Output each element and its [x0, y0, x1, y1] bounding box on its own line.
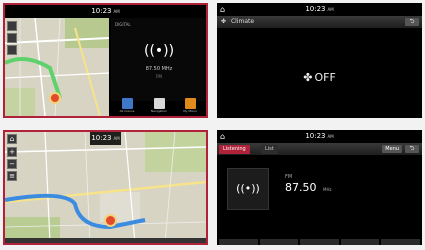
map-view-button[interactable] — [7, 45, 17, 55]
navigation-map-screen: 10:23 AM ⌂ + − ≡ — [3, 130, 208, 245]
map-view[interactable] — [5, 132, 206, 243]
home-screen-split: 10:23 AM DIGITAL ((•)) 87.50 MHz FM All m… — [3, 3, 208, 118]
tab-bar: Listening List Menu ⮌ — [217, 143, 422, 155]
current-location-marker — [104, 214, 117, 227]
status-bar: 10:23 AM — [90, 132, 121, 145]
fan-icon: ✤ — [303, 71, 313, 84]
map-menu-button[interactable]: ≡ — [7, 171, 17, 181]
map-bottom-bar — [5, 238, 206, 243]
frequency-unit: MHz — [323, 187, 332, 192]
shortcut-label: Navigation — [150, 109, 168, 113]
shortcut-navigation[interactable]: Navigation — [145, 98, 173, 114]
map-zoom-out-button[interactable]: − — [7, 159, 17, 169]
clock-ampm: AM — [327, 134, 334, 139]
home-button[interactable]: ⌂ — [7, 134, 17, 144]
radio-screen: ⌂ 10:23 AM Listening List Menu ⮌ ((•)) FM… — [217, 130, 422, 245]
status-bar: ⌂ 10:23 AM — [217, 130, 422, 143]
radio-band-label: DIGITAL — [115, 22, 131, 27]
frequency-value: 87.50 — [285, 181, 317, 194]
home-icon[interactable]: ⌂ — [220, 132, 231, 142]
shortcut-my-menu[interactable]: My Menu — [176, 98, 204, 114]
clock: 10:23 — [305, 132, 326, 140]
grid-icon — [121, 98, 133, 109]
radio-antenna-icon: ((•)) — [144, 43, 175, 59]
my-menu-icon — [184, 98, 196, 109]
tab-listening[interactable]: Listening — [219, 145, 250, 154]
map-view[interactable] — [5, 18, 109, 116]
radio-widget[interactable]: DIGITAL ((•)) 87.50 MHz FM — [111, 18, 206, 101]
clock: 10:23 — [91, 134, 112, 142]
back-button[interactable]: ⮌ — [405, 18, 419, 26]
status-bar: 10:23 AM — [5, 5, 206, 18]
fan-small-icon: ✤ — [221, 18, 227, 25]
clock: 10:23 — [305, 5, 326, 13]
clock: 10:23 — [91, 7, 112, 15]
back-button[interactable]: ⮌ — [405, 145, 419, 153]
shortcut-all-menus[interactable]: All menus — [113, 98, 141, 114]
clock-ampm: AM — [113, 136, 120, 141]
clock-ampm: AM — [327, 7, 334, 12]
radio-band: FM — [285, 174, 293, 180]
climate-screen: ⌂ 10:23 AM ✤ Climate ⮌ ✤ OFF — [217, 3, 422, 118]
shortcut-label: All menus — [119, 109, 135, 113]
map-zoom-in-button[interactable]: + — [7, 147, 17, 157]
radio-icon-box: ((•)) — [227, 168, 269, 210]
radio-band: FM — [156, 74, 162, 79]
status-bar: ⌂ 10:23 AM — [217, 3, 422, 16]
menu-button[interactable]: Menu — [382, 145, 402, 153]
preset-bar[interactable] — [217, 239, 422, 245]
map-zoom-out-button[interactable] — [7, 33, 17, 43]
clock-ampm: AM — [113, 9, 120, 14]
tab-list[interactable]: List — [261, 145, 278, 154]
climate-off-label: OFF — [314, 71, 336, 84]
title-bar: ✤ Climate ⮌ — [217, 16, 422, 28]
current-location-marker — [49, 92, 61, 104]
map-zoom-in-button[interactable] — [7, 21, 17, 31]
shortcut-label: My Menu — [183, 109, 197, 113]
climate-status: ✤ OFF — [217, 71, 422, 84]
home-icon[interactable]: ⌂ — [220, 5, 231, 15]
radio-frequency: 87.50 MHz — [145, 66, 173, 72]
radio-antenna-icon: ((•)) — [236, 182, 260, 195]
radio-frequency: 87.50 MHz — [285, 181, 332, 194]
navigation-icon — [153, 98, 165, 109]
climate-title: Climate — [230, 18, 255, 25]
